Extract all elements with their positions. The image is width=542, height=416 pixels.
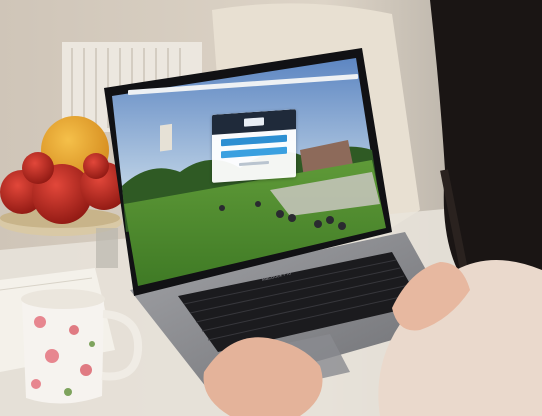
login-button-primary[interactable] xyxy=(221,134,287,147)
login-help-link[interactable] xyxy=(239,160,269,167)
login-dialog xyxy=(212,109,296,183)
university-logo-icon xyxy=(244,117,264,127)
login-button-secondary[interactable] xyxy=(221,146,287,159)
photo-scene: MacBook Pro xyxy=(0,0,542,416)
